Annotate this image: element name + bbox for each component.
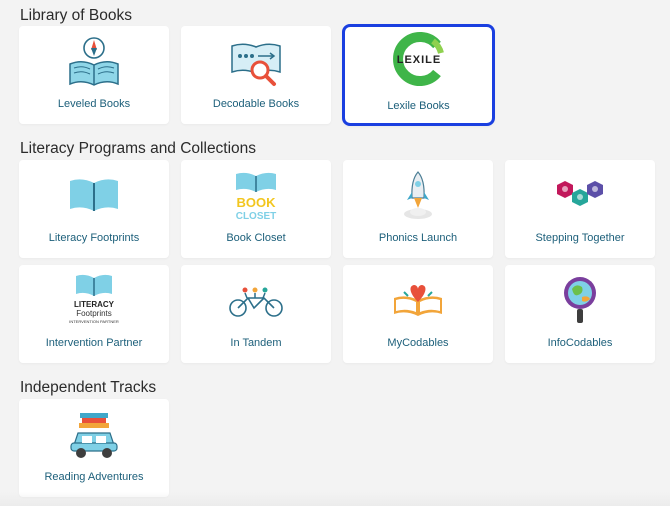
section-title-programs: Literacy Programs and Collections (20, 140, 257, 157)
tandem-bicycle-icon (181, 271, 331, 329)
magnifier-globe-icon (505, 271, 655, 329)
book-heart-icon (343, 271, 493, 329)
card-label: Literacy Footprints (48, 232, 140, 244)
card-label: Leveled Books (57, 98, 131, 110)
card-intervention-partner[interactable]: LITERACY Footprints INTERVENTION PARTNER… (19, 265, 169, 363)
card-label: Book Closet (226, 232, 286, 244)
lexile-logo-icon: LEXILE (345, 30, 492, 88)
bottom-fade (0, 492, 670, 506)
card-phonics-launch[interactable]: Phonics Launch (343, 160, 493, 258)
card-label: In Tandem (230, 337, 282, 349)
literacy-logo-line2: Footprints (76, 309, 112, 318)
card-in-tandem[interactable]: In Tandem (181, 265, 331, 363)
card-lexile-books[interactable]: LEXILE Lexile Books (342, 24, 495, 126)
section-title-independent: Independent Tracks (20, 379, 157, 396)
card-book-closet[interactable]: BOOK CLOSET Book Closet (181, 160, 331, 258)
decodable-books-icon (181, 32, 331, 90)
book-closet-logo-line2: CLOSET (236, 211, 277, 222)
rocket-icon (343, 166, 493, 224)
section-title-library: Library of Books (20, 7, 132, 24)
card-label: Reading Adventures (44, 471, 144, 483)
literacy-footprints-logo-icon: LITERACY Footprints INTERVENTION PARTNER (19, 271, 169, 329)
leveled-books-icon (19, 32, 169, 90)
card-label: MyCodables (387, 337, 449, 349)
card-label: Lexile Books (387, 100, 450, 112)
open-book-icon (19, 166, 169, 224)
book-closet-logo-line1: BOOK (237, 195, 277, 210)
card-literacy-footprints[interactable]: Literacy Footprints (19, 160, 169, 258)
card-stepping-together[interactable]: Stepping Together (505, 160, 655, 258)
literacy-logo-line1: LITERACY (74, 300, 115, 309)
card-decodable-books[interactable]: Decodable Books (181, 26, 331, 124)
lexile-logo-text: LEXILE (396, 54, 441, 66)
card-label: Decodable Books (212, 98, 300, 110)
card-reading-adventures[interactable]: Reading Adventures (19, 399, 169, 497)
card-leveled-books[interactable]: Leveled Books (19, 26, 169, 124)
card-label: Intervention Partner (45, 337, 143, 349)
book-closet-logo-icon: BOOK CLOSET (181, 166, 331, 224)
hexagons-icon (505, 166, 655, 224)
card-label: Phonics Launch (378, 232, 458, 244)
card-mycodables[interactable]: MyCodables (343, 265, 493, 363)
car-books-icon (19, 405, 169, 463)
card-infocodables[interactable]: InfoCodables (505, 265, 655, 363)
card-label: InfoCodables (547, 337, 613, 349)
card-label: Stepping Together (535, 232, 625, 244)
literacy-logo-line3: INTERVENTION PARTNER (69, 319, 119, 324)
